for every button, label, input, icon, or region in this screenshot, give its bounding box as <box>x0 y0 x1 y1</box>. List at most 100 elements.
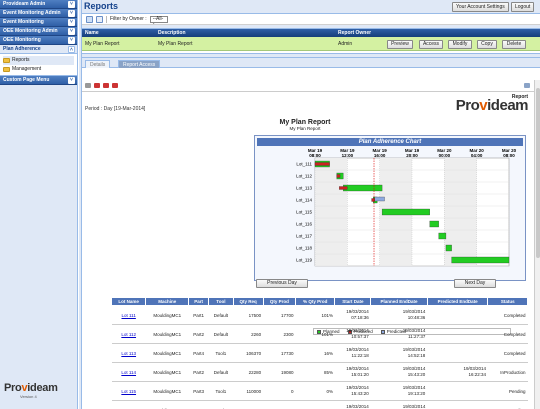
time-part: 07:18:36 <box>351 315 369 320</box>
qty-req-cell: 22280 <box>233 362 264 382</box>
table-row[interactable]: My Plan Report My Plan Report Admin Prev… <box>82 37 540 51</box>
grid-icon[interactable] <box>524 83 530 88</box>
predicted-end-date-cell <box>427 305 488 325</box>
category-label: Lot_119 <box>296 258 312 263</box>
plan-adherence-chart: Plan Adherence Chart Mar 19 08:00 Mar 19 12… <box>254 135 526 335</box>
tab-strip: Details Report Access <box>82 58 540 68</box>
pct-prod-cell: 0% <box>295 400 335 409</box>
tab-report-access[interactable]: Report Access <box>118 60 161 68</box>
tree-item-label: Management <box>12 66 42 72</box>
report-subtitle: My Plan Report <box>289 126 321 131</box>
sidebar-section-custom-page-menu[interactable]: Custom Page Menu ˅ <box>0 76 77 85</box>
add-report-icon[interactable] <box>86 15 93 23</box>
grid-header: Name Description Report Owner <box>82 29 540 37</box>
sidebar-section-plan-adherence[interactable]: Plan Adherence ˄ <box>0 45 77 54</box>
pct-prod-cell: 101% <box>295 324 335 344</box>
table-row[interactable]: Lot 114 MouldingMC1 Part2 Default 22280 19080… <box>111 362 528 382</box>
sidebar-section-provideam-admin[interactable]: Provideam Admin ˅ <box>0 0 77 9</box>
tool-cell: Tool1 <box>208 343 234 363</box>
gantt-bar-planned <box>343 184 383 192</box>
report-owner-cell: Admin <box>338 41 353 47</box>
next-day-button[interactable]: Next Day <box>454 279 496 288</box>
column-header-owner[interactable]: Report Owner <box>338 29 371 37</box>
owner-filter-select[interactable]: --All-- <box>149 15 168 26</box>
category-label: Lot_117 <box>296 234 312 239</box>
qty-prod-cell: 0 <box>263 400 296 409</box>
x-tick-time-label: 16:00 <box>374 153 386 158</box>
chevron-down-icon[interactable]: ˅ <box>68 10 75 17</box>
logout-button[interactable]: Logout <box>511 2 535 12</box>
sidebar-section-event-monitoring-admin[interactable]: Event Monitoring Admin ˅ <box>0 9 77 18</box>
toolbar: Filter by Owner : --All-- <box>82 14 540 26</box>
account-settings-button[interactable]: Your Account Settings <box>452 2 509 12</box>
report-scrollbar[interactable] <box>534 80 540 409</box>
chevron-down-icon[interactable]: ˅ <box>68 19 75 26</box>
chevron-up-icon[interactable]: ˄ <box>68 46 75 53</box>
tree-item-reports[interactable]: Reports <box>3 56 74 65</box>
x-tick-time-label: 08:00 <box>309 153 321 158</box>
previous-day-button[interactable]: Previous Day <box>256 279 308 288</box>
print-icon[interactable] <box>85 83 91 88</box>
copy-button[interactable]: Copy <box>477 40 497 49</box>
start-date-cell: 19/03/2014 15:43:20 <box>334 381 371 401</box>
chevron-down-icon[interactable]: ˅ <box>68 77 75 84</box>
category-label: Lot_111 <box>296 162 312 167</box>
status-cell: Pending <box>487 381 528 401</box>
scrollbar-thumb[interactable] <box>536 88 540 258</box>
table-row[interactable]: Lot 113 MouldingMC1 Part4 Tool1 106370 17730 1… <box>111 343 528 363</box>
preview-button[interactable]: Preview <box>387 40 413 49</box>
lot-link[interactable]: Lot 115 <box>111 381 146 401</box>
chevron-down-icon[interactable]: ˅ <box>68 28 75 35</box>
table-row[interactable]: Lot 115 MouldingMC1 Part3 Tool1 110000 0 0% 19/… <box>111 381 528 401</box>
lot-link[interactable]: Lot 111 <box>111 305 146 325</box>
lot-link[interactable]: Lot 112 <box>111 324 146 344</box>
qty-prod-cell: 0 <box>263 381 296 401</box>
table-row[interactable]: Lot 112 MouldingMC1 Part2 Default 2260 2300 10… <box>111 324 528 344</box>
table-row[interactable]: Lot 111 MouldingMC1 Part1 Default 17500 17700… <box>111 305 528 325</box>
time-part: 10:48:36 <box>407 315 426 320</box>
delete-button[interactable]: Delete <box>502 40 526 49</box>
tab-details[interactable]: Details <box>85 60 111 68</box>
logo-text: ideam <box>27 382 58 394</box>
export-pdf-icon[interactable] <box>94 83 100 88</box>
date-part: 19/03/2014 <box>402 404 426 409</box>
report-viewer: Report Provideam Period : Day [19-Mar-20… <box>82 80 534 409</box>
modify-button[interactable]: Modify <box>448 40 472 49</box>
qty-prod-cell: 17730 <box>263 343 296 363</box>
lot-link[interactable]: Lot 114 <box>111 362 146 382</box>
x-tick-time-label: 20:00 <box>406 153 418 158</box>
logo-text: ideam <box>487 97 528 114</box>
qty-req-cell: 13500 <box>233 400 264 409</box>
planned-end-date-cell: 19/03/2014 11:27:37 <box>370 324 428 344</box>
sidebar-section-label: Event Monitoring Admin <box>3 10 61 16</box>
chevron-down-icon[interactable]: ˅ <box>68 37 75 44</box>
part-cell: Part3 <box>188 381 209 401</box>
tree-item-management[interactable]: Management <box>3 65 74 74</box>
start-date-cell: 19/03/201419:13:20 <box>334 400 371 409</box>
sidebar-tree: Reports Management <box>0 54 77 76</box>
machine-cell: MouldingMC1 <box>145 362 189 382</box>
table-row[interactable]: Lot 116MouldingMC1Part2Tool11350000%19/0… <box>111 400 528 409</box>
export-excel-icon[interactable] <box>103 83 109 88</box>
column-header-description[interactable]: Description <box>158 29 186 37</box>
column-header-name[interactable]: Name <box>85 29 99 37</box>
start-date-cell: 19/03/2014 10:57:37 <box>334 324 371 344</box>
planned-end-date-cell: 19/03/2014 19:13:20 <box>370 381 428 401</box>
export-csv-icon[interactable] <box>112 83 118 88</box>
part-cell: Part2 <box>188 324 209 344</box>
sidebar-section-label: Custom Page Menu <box>3 77 50 83</box>
gantt-svg: Mar 1908:00Mar 1912:00Mar 1916:00Mar 192… <box>296 148 517 267</box>
info-icon[interactable] <box>96 15 103 23</box>
pct-prod-cell: 85% <box>295 362 335 382</box>
lot-link[interactable]: Lot 116 <box>111 400 146 409</box>
filter-label: Filter by Owner : <box>110 16 147 22</box>
column-header: Lot Name <box>110 297 147 306</box>
sidebar-section-oee-monitoring-admin[interactable]: OEE Monitoring Admin ˅ <box>0 27 77 36</box>
chevron-down-icon[interactable]: ˅ <box>68 1 75 8</box>
access-button[interactable]: Access <box>419 40 443 49</box>
logo-text: Pro <box>4 382 22 394</box>
lot-link[interactable]: Lot 113 <box>111 343 146 363</box>
sidebar-section-oee-monitoring[interactable]: OEE Monitoring ˅ <box>0 36 77 45</box>
sidebar-section-event-monitoring[interactable]: Event Monitoring ˅ <box>0 18 77 27</box>
time-part: 10:57:37 <box>351 334 369 339</box>
